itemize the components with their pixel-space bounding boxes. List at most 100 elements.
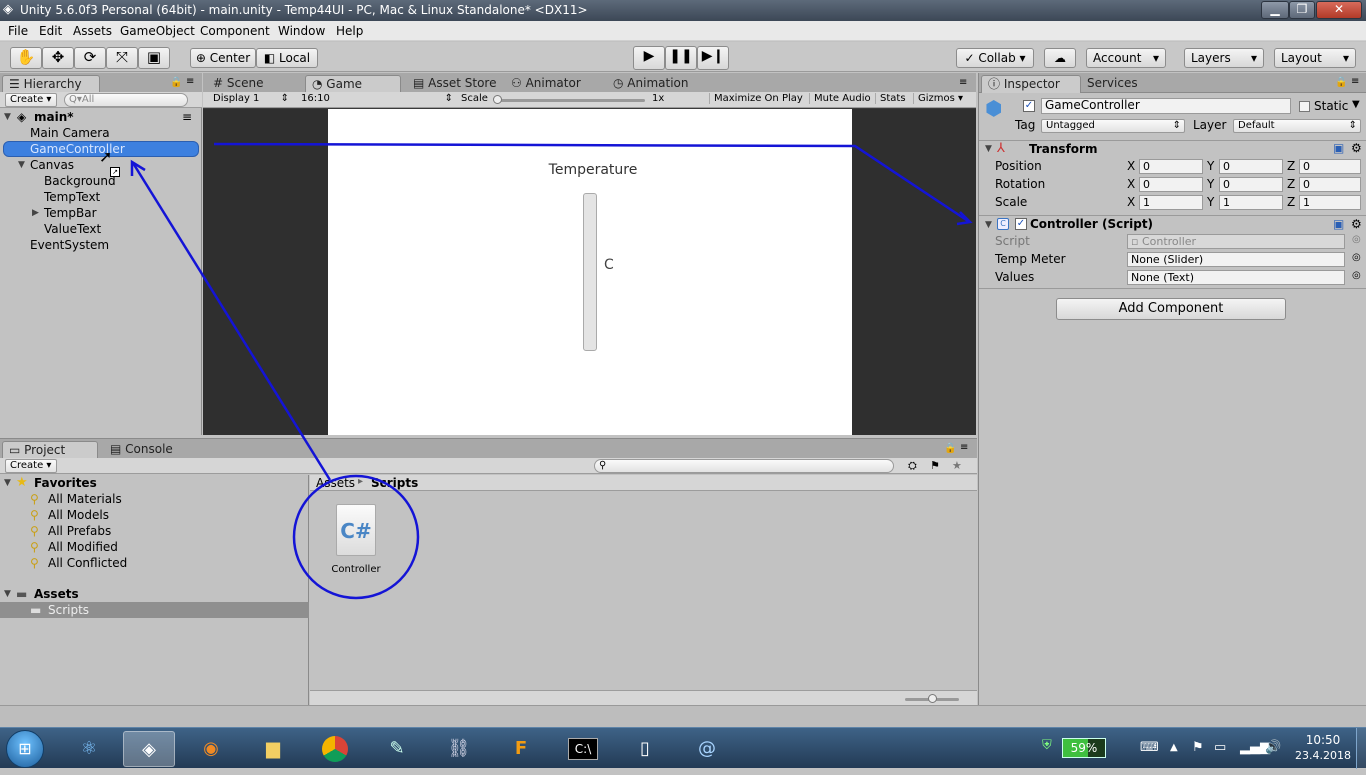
rect-tool-button[interactable]: ▣ (138, 47, 170, 69)
aspect-dropdown[interactable]: 16:10 ⇕ (297, 93, 455, 107)
static-dropdown-icon[interactable]: ▼ (1352, 99, 1360, 110)
pivot-center-button[interactable]: ⊕ Center (190, 48, 256, 68)
hierarchy-item-main-camera[interactable]: Main Camera (0, 125, 200, 141)
taskbar-explorer[interactable]: ▆ (247, 731, 299, 767)
security-shield-icon[interactable]: ⛨ (1042, 738, 1052, 753)
game-viewport[interactable]: Temperature C (203, 109, 976, 435)
asset-controller-script[interactable]: C# Controller (330, 504, 382, 576)
hierarchy-item-tempbar[interactable]: ▶ TempBar (0, 205, 200, 221)
add-component-button[interactable]: Add Component (1056, 298, 1286, 320)
expand-arrow-icon[interactable]: ▼ (4, 475, 11, 491)
temperature-slider[interactable] (583, 193, 597, 351)
maximize-button[interactable]: ❐ (1289, 1, 1315, 19)
icon-size-slider-thumb[interactable] (928, 694, 937, 703)
stats-toggle[interactable]: Stats (875, 93, 906, 104)
expand-arrow-icon[interactable]: ▼ (4, 109, 11, 125)
hierarchy-item-temptext[interactable]: TempText (0, 189, 200, 205)
tab-inspector[interactable]: ⓘ Inspector (981, 75, 1081, 93)
maximize-on-play-toggle[interactable]: Maximize On Play (709, 93, 803, 104)
tray-expand-icon[interactable]: ▲ (1170, 742, 1178, 753)
component-enabled-checkbox[interactable]: ✓ (1015, 218, 1027, 230)
project-search-input[interactable]: ⚲ (594, 459, 894, 473)
pause-button[interactable]: ❚❚ (665, 46, 697, 70)
filter-label-icon[interactable]: ⚑ (930, 459, 940, 472)
menu-file[interactable]: File (8, 24, 28, 38)
rotation-y-field[interactable]: 0 (1219, 177, 1283, 192)
help-book-icon[interactable]: ▣ (1333, 141, 1344, 155)
object-name-field[interactable]: GameController (1041, 98, 1291, 114)
taskbar-network-tool[interactable]: ⛓ (433, 731, 485, 767)
step-button[interactable]: ▶❙ (697, 46, 729, 70)
rotation-z-field[interactable]: 0 (1299, 177, 1361, 192)
scale-x-field[interactable]: 1 (1139, 195, 1203, 210)
start-button[interactable]: ⊞ (6, 730, 44, 768)
taskbar-paint[interactable]: ✎ (371, 731, 423, 767)
panel-menu-icon[interactable]: ≡ (186, 76, 194, 87)
scene-menu-icon[interactable]: ≡ (182, 109, 192, 125)
scale-y-field[interactable]: 1 (1219, 195, 1283, 210)
breadcrumb-assets[interactable]: Assets (316, 476, 355, 490)
panel-menu-icon[interactable]: ≡ (959, 77, 967, 88)
taskbar-command-prompt[interactable]: C:\ (557, 731, 609, 767)
layout-dropdown[interactable]: Layout ▾ (1274, 48, 1356, 68)
breadcrumb-scripts[interactable]: Scripts (371, 476, 418, 490)
lock-icon[interactable]: 🔒 (1335, 77, 1347, 88)
panel-menu-icon[interactable]: ≡ (960, 442, 968, 453)
gear-icon[interactable]: ⚙ (1351, 217, 1362, 231)
window-title-bar[interactable]: ◈ Unity 5.6.0f3 Personal (64bit) - main.… (0, 0, 1366, 21)
cloud-button[interactable]: ☁ (1044, 48, 1076, 68)
tab-animator[interactable]: ⚇ Animator (505, 75, 601, 93)
hierarchy-item-valuetext[interactable]: ValueText (0, 221, 200, 237)
taskbar-visual-studio[interactable]: ⚛ (63, 731, 115, 767)
taskbar-app-swirl[interactable]: @ (681, 731, 733, 767)
gear-icon[interactable]: ⚙ (1351, 141, 1362, 155)
volume-icon[interactable]: 🔊 (1265, 740, 1281, 755)
hierarchy-search-input[interactable]: Q▾All (64, 93, 188, 107)
pivot-local-button[interactable]: ◧ Local (256, 48, 318, 68)
tab-project[interactable]: ▭ Project (2, 441, 98, 459)
scale-tool-button[interactable]: ⤧ (106, 47, 138, 69)
tab-services[interactable]: Services (1081, 75, 1161, 93)
taskbar-blender[interactable]: ◉ (185, 731, 237, 767)
menu-window[interactable]: Window (278, 24, 325, 38)
rotate-tool-button[interactable]: ⟳ (74, 47, 106, 69)
favorite-all-modified[interactable]: ⚲ All Modified (0, 539, 309, 555)
static-checkbox[interactable] (1299, 101, 1310, 112)
rotation-x-field[interactable]: 0 (1139, 177, 1203, 192)
project-create-dropdown[interactable]: Create ▾ (5, 459, 57, 473)
lock-icon[interactable]: 🔒 (944, 443, 956, 454)
tab-hierarchy[interactable]: ☰ Hierarchy (2, 75, 100, 93)
values-field[interactable]: None (Text) (1127, 270, 1345, 285)
mute-audio-toggle[interactable]: Mute Audio (809, 93, 871, 104)
show-desktop-button[interactable] (1356, 728, 1366, 769)
move-tool-button[interactable]: ✥ (42, 47, 74, 69)
scale-z-field[interactable]: 1 (1299, 195, 1361, 210)
tab-animation[interactable]: ◷ Animation (607, 75, 707, 93)
clock-date[interactable]: 23.4.2018 (1293, 749, 1353, 762)
menu-assets[interactable]: Assets (73, 24, 112, 38)
filter-type-icon[interactable]: ⛭ (908, 459, 917, 473)
taskbar-app-bracket[interactable]: ▯ (619, 731, 671, 767)
favorite-all-models[interactable]: ⚲ All Models (0, 507, 309, 523)
display-dropdown[interactable]: Display 1 ⇕ (209, 93, 291, 107)
favorite-all-conflicted[interactable]: ⚲ All Conflicted (0, 555, 309, 571)
taskbar-fusion360[interactable]: F (495, 731, 547, 767)
taskbar-chrome[interactable] (309, 731, 361, 767)
position-z-field[interactable]: 0 (1299, 159, 1361, 174)
layers-dropdown[interactable]: Layers ▾ (1184, 48, 1264, 68)
object-picker-icon[interactable]: ◎ (1352, 252, 1361, 263)
favorite-all-prefabs[interactable]: ⚲ All Prefabs (0, 523, 309, 539)
lock-icon[interactable]: 🔒 (170, 77, 182, 88)
layer-dropdown[interactable]: Default ⇕ (1233, 119, 1361, 133)
keyboard-icon[interactable]: ⌨ (1140, 740, 1159, 755)
action-center-flag-icon[interactable]: ⚑ (1192, 740, 1204, 755)
favorite-all-materials[interactable]: ⚲ All Materials (0, 491, 309, 507)
menu-component[interactable]: Component (200, 24, 270, 38)
expand-arrow-icon[interactable]: ▼ (18, 157, 25, 173)
hierarchy-create-dropdown[interactable]: Create ▾ (5, 93, 57, 107)
clock-time[interactable]: 10:50 (1296, 733, 1350, 747)
hierarchy-item-background[interactable]: Background (0, 173, 200, 189)
expand-arrow-icon[interactable]: ▼ (4, 586, 11, 602)
collab-button[interactable]: ✓ Collab ▾ (956, 48, 1034, 68)
temp-meter-field[interactable]: None (Slider) (1127, 252, 1345, 267)
